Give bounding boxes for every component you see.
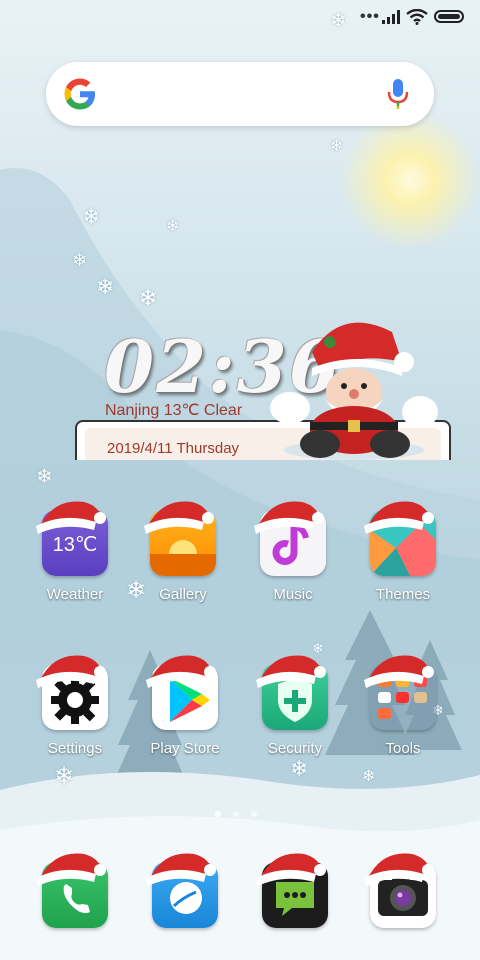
app-tools-folder[interactable]: Tools bbox=[348, 655, 458, 757]
page-dot[interactable] bbox=[233, 811, 239, 817]
google-search-bar[interactable] bbox=[46, 62, 434, 126]
battery-icon bbox=[434, 10, 464, 23]
snowflake-icon: ❄ bbox=[290, 756, 309, 781]
wifi-icon bbox=[406, 9, 428, 25]
app-label: Music bbox=[273, 586, 313, 603]
snowflake-icon: ❄ bbox=[330, 138, 344, 155]
santa-hat-icon bbox=[364, 501, 434, 534]
dock-phone[interactable] bbox=[20, 853, 130, 928]
santa-hat-icon bbox=[144, 501, 214, 534]
snowflake-icon: ❄ bbox=[138, 285, 159, 312]
app-label: Themes bbox=[375, 586, 431, 603]
santa-hat-icon bbox=[364, 853, 434, 886]
snowflake-icon: ❄ bbox=[96, 274, 115, 299]
page-indicator bbox=[215, 804, 269, 822]
santa-hat-icon bbox=[256, 853, 326, 886]
snowflake-icon: ❄ bbox=[72, 250, 88, 270]
dock-camera[interactable] bbox=[348, 853, 458, 928]
santa-hat-icon bbox=[256, 655, 326, 688]
app-security[interactable]: Security bbox=[240, 655, 350, 757]
snowflake-icon: ❄ bbox=[330, 10, 347, 32]
santa-hat-icon bbox=[254, 501, 324, 534]
status-bar: ❄ ••• bbox=[0, 0, 480, 34]
santa-hat-icon bbox=[146, 655, 216, 688]
signal-icon bbox=[382, 10, 400, 24]
app-gallery[interactable]: Gallery bbox=[128, 501, 238, 603]
snowflake-icon: ❄ bbox=[362, 768, 376, 785]
snowflake-icon: ❄ bbox=[82, 204, 101, 229]
dock-chat[interactable] bbox=[240, 853, 350, 928]
weather-summary[interactable]: Nanjing 13℃ Clear bbox=[105, 400, 242, 420]
app-label: Weather bbox=[46, 586, 104, 603]
app-themes[interactable]: Themes bbox=[348, 501, 458, 603]
santa-hat-icon bbox=[146, 853, 216, 886]
app-play-store[interactable]: Play Store bbox=[130, 655, 240, 757]
app-label: Tools bbox=[385, 740, 421, 757]
app-label: Security bbox=[267, 740, 323, 757]
app-label: Settings bbox=[47, 740, 103, 757]
mic-icon[interactable] bbox=[386, 78, 410, 110]
more-dots-icon: ••• bbox=[360, 8, 380, 25]
dock-messages[interactable] bbox=[130, 853, 240, 928]
google-g-logo bbox=[64, 78, 95, 110]
date-text: 2019/4/11 Thursday bbox=[107, 440, 240, 457]
app-weather[interactable]: 13℃ Weather bbox=[20, 501, 130, 603]
santa-hat-icon bbox=[36, 655, 106, 688]
app-label: Play Store bbox=[150, 740, 220, 757]
app-label: Gallery bbox=[159, 586, 207, 603]
santa-hat-icon bbox=[36, 501, 106, 534]
snowflake-icon: ❄ bbox=[54, 763, 75, 790]
santa-illustration bbox=[270, 322, 438, 460]
snowflake-icon: ❄ bbox=[36, 466, 53, 488]
page-dot-active[interactable] bbox=[215, 811, 221, 817]
app-settings[interactable]: Settings bbox=[20, 655, 130, 757]
page-dot[interactable] bbox=[251, 811, 257, 817]
app-music[interactable]: Music bbox=[238, 501, 348, 603]
santa-hat-icon bbox=[364, 655, 434, 688]
snowflake-icon: ❄ bbox=[166, 218, 180, 235]
santa-hat-icon bbox=[36, 853, 106, 886]
